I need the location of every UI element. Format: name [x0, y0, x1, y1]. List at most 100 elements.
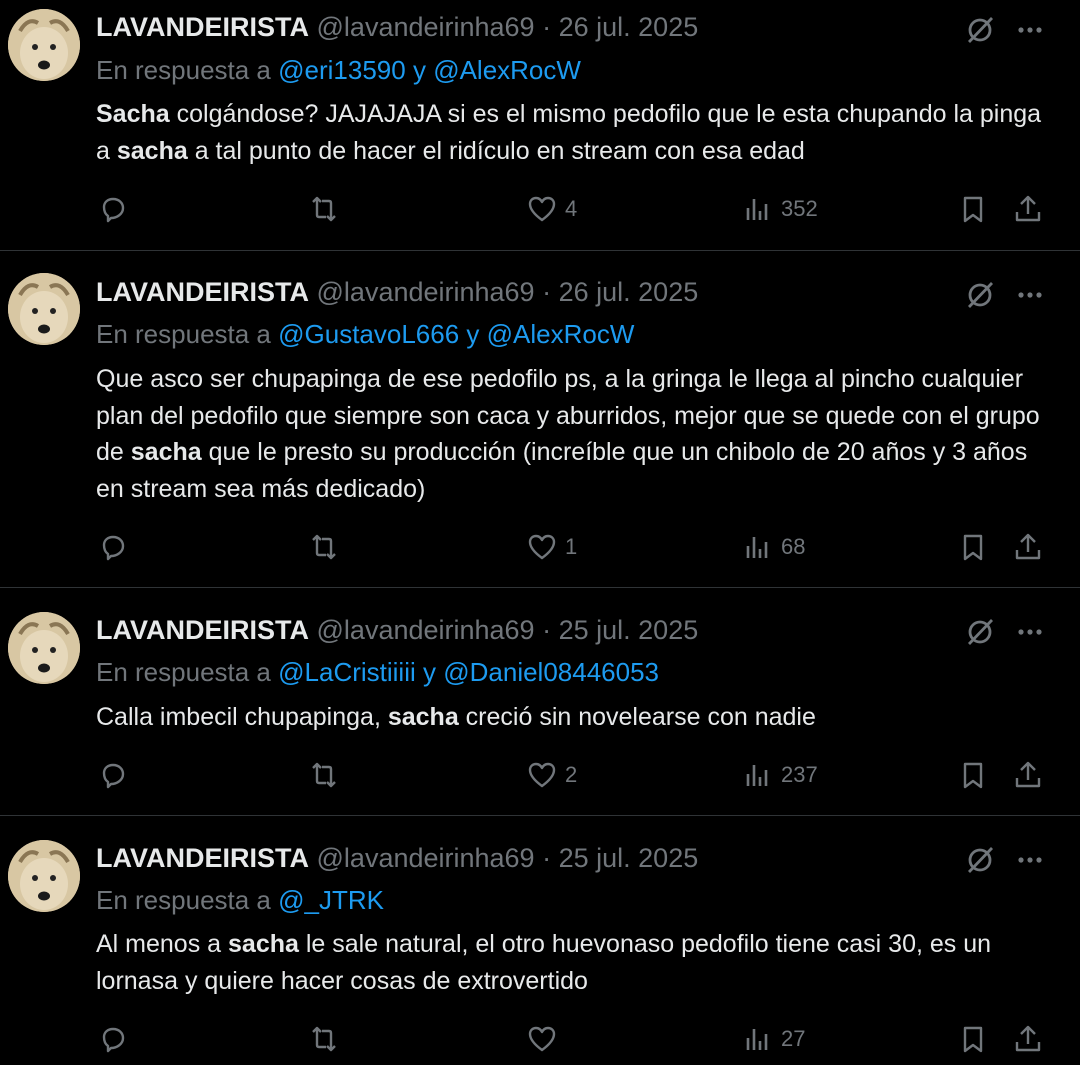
more-icon[interactable]	[1013, 13, 1047, 47]
reply-prefix: En respuesta a	[96, 885, 271, 915]
grok-icon[interactable]	[963, 843, 997, 877]
tweet-date[interactable]: 25 jul. 2025	[559, 615, 699, 645]
retweet-button[interactable]	[309, 192, 339, 226]
views-button[interactable]: 352	[743, 192, 818, 226]
dog-avatar-icon	[8, 840, 80, 912]
user-handle[interactable]: @lavandeirinha69	[317, 843, 535, 873]
tweet-header: LAVANDEIRISTA @lavandeirinha69 · 26 jul.…	[96, 10, 698, 44]
views-icon	[746, 199, 768, 220]
mention-link[interactable]: @eri13590	[278, 55, 406, 85]
tweet-4[interactable]: LAVANDEIRISTA @lavandeirinha69 · 25 jul.…	[0, 816, 1080, 1065]
reply-icon	[102, 763, 125, 789]
tweet-date[interactable]: 26 jul. 2025	[559, 12, 699, 42]
retweet-icon	[312, 196, 336, 222]
retweet-button[interactable]	[309, 1022, 339, 1056]
views-icon	[746, 1029, 768, 1050]
mention-link[interactable]: @AlexRocW	[433, 55, 581, 85]
reply-button[interactable]	[98, 1022, 128, 1056]
like-button[interactable]: 1	[527, 530, 577, 564]
tweet-header: LAVANDEIRISTA @lavandeirinha69 · 25 jul.…	[96, 841, 698, 875]
tweet-3[interactable]: LAVANDEIRISTA @lavandeirinha69 · 25 jul.…	[0, 588, 1080, 816]
reply-prefix: En respuesta a	[96, 319, 271, 349]
reply-joiner: y	[466, 319, 480, 349]
share-button[interactable]	[1013, 1022, 1043, 1056]
mention-link[interactable]: @AlexRocW	[487, 319, 635, 349]
more-icon[interactable]	[1013, 843, 1047, 877]
dog-avatar-icon	[8, 273, 80, 345]
tweet-header: LAVANDEIRISTA @lavandeirinha69 · 26 jul.…	[96, 275, 698, 309]
tweet-2[interactable]: LAVANDEIRISTA @lavandeirinha69 · 26 jul.…	[0, 251, 1080, 588]
retweet-button[interactable]	[309, 530, 339, 564]
display-name[interactable]: LAVANDEIRISTA	[96, 277, 309, 307]
display-name[interactable]: LAVANDEIRISTA	[96, 615, 309, 645]
heart-icon	[528, 1026, 556, 1052]
like-count: 4	[565, 196, 578, 221]
share-button[interactable]	[1013, 758, 1043, 792]
reply-button[interactable]	[98, 758, 128, 792]
user-handle[interactable]: @lavandeirinha69	[317, 12, 535, 42]
reply-context: En respuesta a @_JTRK	[96, 883, 384, 917]
avatar[interactable]	[8, 840, 80, 912]
text-segment: Calla imbecil chupapinga,	[96, 703, 388, 731]
display-name[interactable]: LAVANDEIRISTA	[96, 12, 309, 42]
bold-text: sacha	[387, 703, 459, 731]
bookmark-button[interactable]	[958, 192, 988, 226]
bookmark-button[interactable]	[958, 1022, 988, 1056]
tweet-text: Que asco ser chupapinga de ese pedofilo …	[96, 361, 1046, 507]
text-segment: creció sin novelearse con nadie	[458, 703, 816, 731]
more-icon[interactable]	[1013, 615, 1047, 649]
mention-link[interactable]: @_JTRK	[278, 885, 384, 915]
mention-link[interactable]: @Daniel08446053	[443, 657, 659, 687]
like-count: 2	[565, 762, 578, 787]
avatar[interactable]	[8, 273, 80, 345]
retweet-button[interactable]	[309, 758, 339, 792]
share-button[interactable]	[1013, 530, 1043, 564]
dog-avatar-icon	[8, 612, 80, 684]
views-button[interactable]: 68	[743, 530, 805, 564]
grok-icon[interactable]	[963, 615, 997, 649]
tweet-text: Sacha colgándose? JAJAJAJA si es el mism…	[96, 96, 1046, 169]
display-name[interactable]: LAVANDEIRISTA	[96, 843, 309, 873]
mention-link[interactable]: @LaCristiiiii	[278, 657, 416, 687]
heart-icon	[528, 762, 556, 788]
like-button[interactable]	[527, 1022, 557, 1056]
separator: ·	[542, 12, 552, 42]
like-button[interactable]: 4	[527, 192, 577, 226]
reply-button[interactable]	[98, 192, 128, 226]
views-button[interactable]: 237	[743, 758, 818, 792]
bookmark-icon	[963, 762, 983, 789]
share-button[interactable]	[1013, 192, 1043, 226]
more-icon[interactable]	[1013, 278, 1047, 312]
reply-icon	[102, 535, 125, 561]
tweet-date[interactable]: 26 jul. 2025	[559, 277, 699, 307]
avatar[interactable]	[8, 9, 80, 81]
bookmark-icon	[963, 196, 983, 223]
tweet-date[interactable]: 25 jul. 2025	[559, 843, 699, 873]
text-segment: que le presto su producción (increíble q…	[96, 438, 1028, 503]
grok-icon[interactable]	[963, 278, 997, 312]
bold-text: sacha	[228, 930, 299, 958]
bold-text: sacha	[116, 136, 188, 165]
separator: ·	[542, 615, 552, 645]
reply-joiner: y	[423, 657, 436, 687]
reply-button[interactable]	[98, 530, 128, 564]
heart-icon	[528, 196, 556, 222]
mention-link[interactable]: @GustavoL666	[278, 319, 459, 349]
bookmark-button[interactable]	[958, 758, 988, 792]
separator: ·	[542, 843, 552, 873]
like-button[interactable]: 2	[527, 758, 577, 792]
tweet-header: LAVANDEIRISTA @lavandeirinha69 · 25 jul.…	[96, 613, 698, 647]
bookmark-button[interactable]	[958, 530, 988, 564]
views-button[interactable]: 27	[743, 1022, 805, 1056]
avatar[interactable]	[8, 612, 80, 684]
tweet-1[interactable]: LAVANDEIRISTA @lavandeirinha69 · 26 jul.…	[0, 0, 1080, 251]
user-handle[interactable]: @lavandeirinha69	[317, 615, 535, 645]
text-segment: a tal punto de hacer el ridículo en stre…	[187, 136, 805, 165]
grok-icon[interactable]	[963, 13, 997, 47]
user-handle[interactable]: @lavandeirinha69	[317, 277, 535, 307]
share-icon	[1015, 761, 1041, 788]
reply-prefix: En respuesta a	[96, 55, 271, 85]
share-icon	[1015, 1025, 1041, 1052]
reply-icon	[102, 1027, 125, 1053]
bold-text: sacha	[130, 438, 202, 466]
